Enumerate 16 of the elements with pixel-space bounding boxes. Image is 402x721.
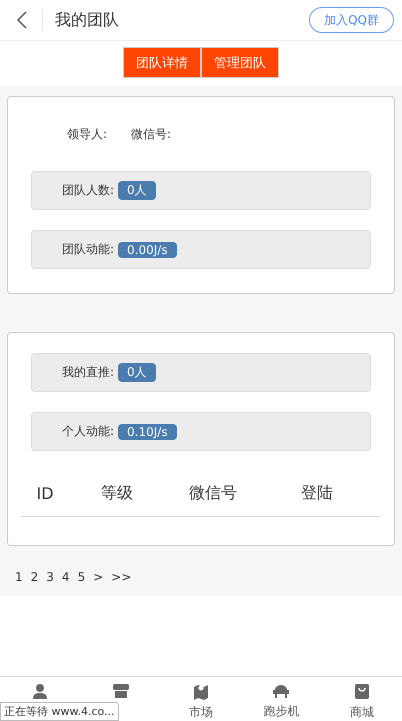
leader-label: 领导人: [67,126,108,142]
stat-value: 0.10J/s [118,424,177,440]
column-header: ID [35,484,55,503]
wechat-label: 微信号: [131,126,172,142]
page-title: 我的团队 [55,10,120,30]
stat-value: 0人 [118,181,156,200]
stat-value: 0.00J/s [118,242,177,258]
stat-value: 0人 [118,363,156,382]
stat-label: 团队动能: [62,241,114,258]
column-header: 等级 [100,483,134,504]
stat-label: 我的直推: [62,364,114,381]
column-header: 登陆 [300,483,334,504]
stat-label: 个人动能: [62,423,114,440]
stat-label: 团队人数: [62,182,114,199]
column-header: 微信号 [188,483,238,504]
status-tooltip: 正在等待 www.4.co... [0,702,119,721]
